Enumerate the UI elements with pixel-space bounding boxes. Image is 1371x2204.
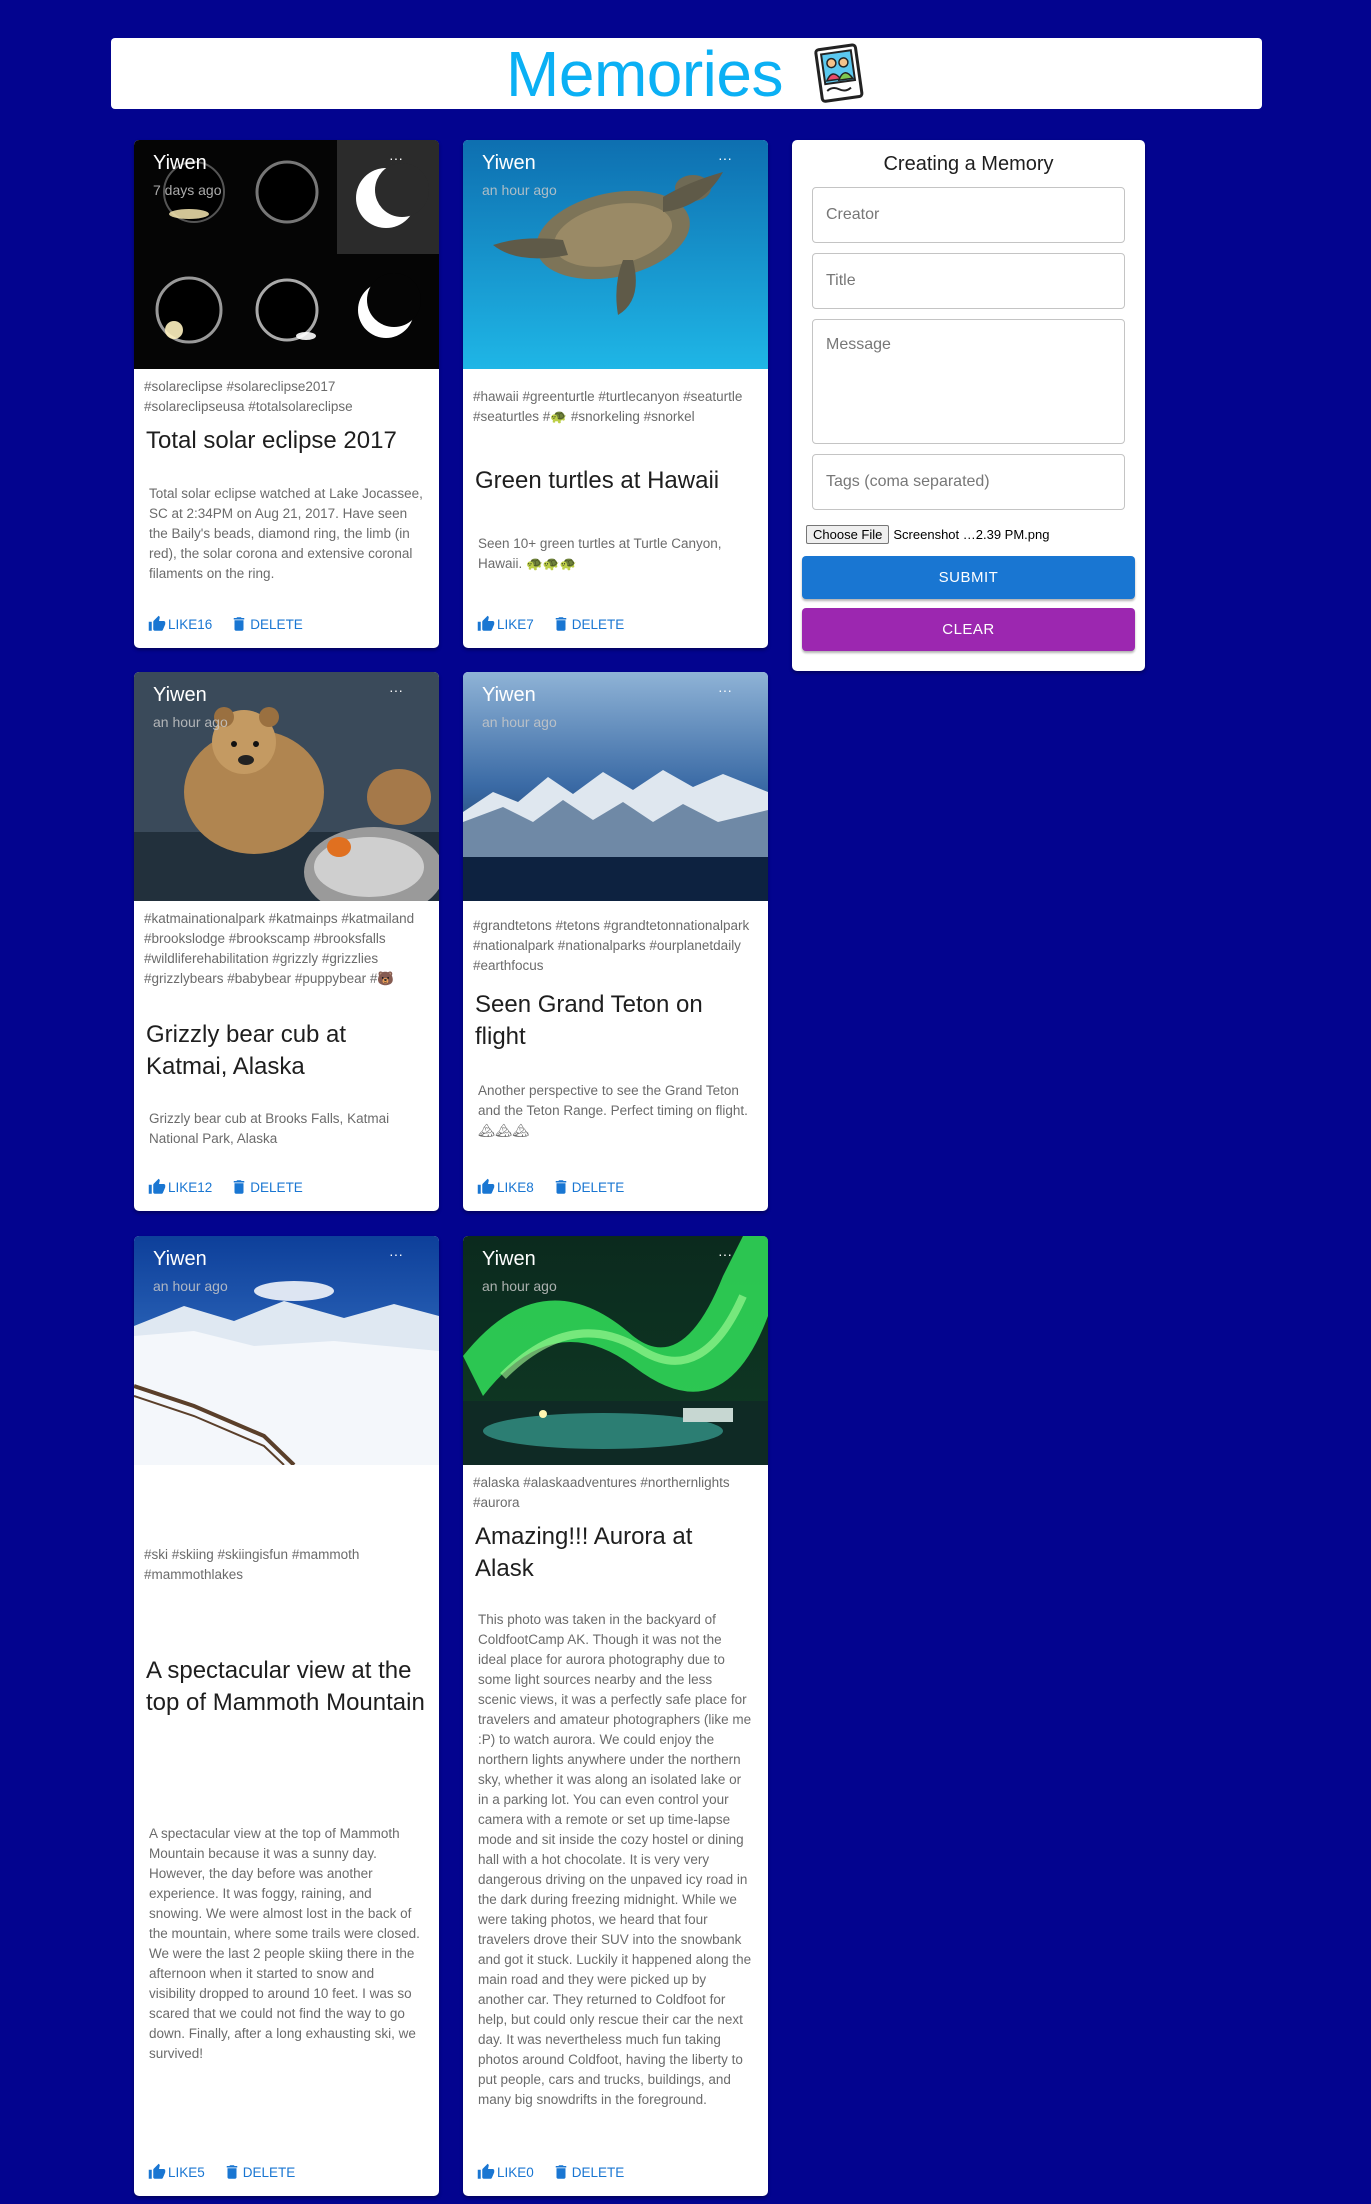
creator-input[interactable] bbox=[812, 187, 1125, 243]
post-creator: Yiwen bbox=[482, 684, 536, 706]
trash-icon bbox=[555, 1180, 567, 1194]
post-time: an hour ago bbox=[482, 714, 557, 730]
post-creator: Yiwen bbox=[153, 1248, 207, 1270]
more-options-icon[interactable]: ··· bbox=[718, 682, 732, 698]
delete-label: DELETE bbox=[242, 2164, 296, 2180]
like-button[interactable]: LIKE7 bbox=[477, 615, 534, 633]
like-label: LIKE8 bbox=[497, 1179, 534, 1195]
more-options-icon[interactable]: ··· bbox=[389, 682, 403, 698]
post-tags: #solareclipse #solareclipse2017 #solarec… bbox=[144, 379, 353, 414]
delete-label: DELETE bbox=[250, 616, 303, 632]
app-header: Memories bbox=[111, 38, 1262, 109]
post-tags: #alaska #alaskaadventures #northernlight… bbox=[473, 1475, 730, 1510]
more-options-icon[interactable]: ··· bbox=[389, 1246, 403, 1262]
thumb-up-icon bbox=[477, 615, 495, 631]
form-title: Creating a Memory bbox=[883, 153, 1054, 175]
create-memory-form: Creating a Memory Choose File Screenshot… bbox=[792, 140, 1145, 671]
post-title: Green turtles at Hawaii bbox=[475, 467, 720, 494]
post-creator: Yiwen bbox=[482, 1248, 536, 1270]
like-label: LIKE0 bbox=[497, 2164, 534, 2180]
like-label: LIKE5 bbox=[168, 2164, 205, 2180]
delete-button[interactable]: DELETE bbox=[223, 2163, 296, 2181]
post-message: Grizzly bear cub at Brooks Falls, Katmai… bbox=[149, 1111, 390, 1146]
delete-label: DELETE bbox=[571, 1179, 625, 1195]
post-image: Yiwen an hour ago ··· bbox=[463, 140, 768, 369]
post-message: This photo was taken in the backyard of … bbox=[478, 1612, 752, 2107]
message-input[interactable] bbox=[812, 319, 1125, 444]
file-name: Screenshot …2.39 PM.png bbox=[893, 527, 1050, 542]
submit-button[interactable]: SUBMIT bbox=[802, 556, 1135, 599]
thumb-up-icon bbox=[477, 2163, 495, 2179]
post-tags: #hawaii #greenturtle #turtlecanyon #seat… bbox=[473, 389, 743, 424]
delete-label: DELETE bbox=[571, 616, 625, 632]
post-card: Yiwen 7 days ago ··· #solareclipse #sola… bbox=[134, 140, 439, 648]
post-message: A spectacular view at the top of Mammoth… bbox=[149, 1826, 420, 2061]
trash-icon bbox=[555, 2165, 567, 2179]
post-time: an hour ago bbox=[482, 182, 557, 198]
trash-icon bbox=[226, 2165, 238, 2179]
post-card: Yiwen an hour ago ··· #hawaii #greenturt… bbox=[463, 140, 768, 648]
post-title: A spectacular view at the top of Mammoth… bbox=[146, 1657, 425, 1716]
delete-button[interactable]: DELETE bbox=[230, 1178, 303, 1196]
like-label: LIKE7 bbox=[497, 616, 534, 632]
clear-button[interactable]: CLEAR bbox=[802, 608, 1135, 651]
delete-label: DELETE bbox=[250, 1179, 303, 1195]
post-image: Yiwen an hour ago ··· bbox=[134, 672, 439, 901]
delete-button[interactable]: DELETE bbox=[230, 615, 303, 633]
title-input[interactable] bbox=[812, 253, 1125, 309]
post-message: Total solar eclipse watched at Lake Joca… bbox=[149, 486, 423, 581]
post-time: an hour ago bbox=[482, 1278, 557, 1294]
delete-button[interactable]: DELETE bbox=[552, 615, 625, 633]
post-image: Yiwen an hour ago ··· bbox=[134, 1236, 439, 1465]
delete-button[interactable]: DELETE bbox=[552, 2163, 625, 2181]
tags-input[interactable] bbox=[812, 454, 1125, 510]
trash-icon bbox=[234, 617, 245, 631]
thumb-up-icon bbox=[148, 1178, 166, 1194]
post-creator: Yiwen bbox=[482, 152, 536, 174]
post-creator: Yiwen bbox=[153, 684, 207, 706]
post-title: Seen Grand Teton on flight bbox=[475, 991, 703, 1050]
post-time: 7 days ago bbox=[153, 182, 222, 198]
thumb-up-icon bbox=[148, 615, 166, 631]
post-card: Yiwen an hour ago ··· #grandtetons #teto… bbox=[463, 672, 768, 1211]
like-label: LIKE16 bbox=[168, 616, 213, 632]
thumb-up-icon bbox=[477, 1178, 495, 1194]
like-button[interactable]: LIKE16 bbox=[148, 615, 212, 633]
post-title: Total solar eclipse 2017 bbox=[146, 427, 397, 454]
like-button[interactable]: LIKE0 bbox=[477, 2163, 534, 2181]
post-tags: #ski #skiing #skiingisfun #mammoth #mamm… bbox=[144, 1547, 360, 1582]
more-options-icon[interactable]: ··· bbox=[718, 1246, 732, 1262]
like-button[interactable]: LIKE12 bbox=[148, 1178, 212, 1196]
like-label: LIKE12 bbox=[168, 1179, 213, 1195]
post-tags: #katmainationalpark #katmainps #katmaila… bbox=[144, 911, 415, 986]
post-time: an hour ago bbox=[153, 714, 228, 730]
post-title: Grizzly bear cub at Katmai, Alaska bbox=[146, 1021, 347, 1080]
post-creator: Yiwen bbox=[153, 152, 207, 174]
post-image: Yiwen an hour ago ··· bbox=[463, 672, 768, 901]
delete-label: DELETE bbox=[571, 2164, 625, 2180]
post-card: Yiwen an hour ago ··· #katmainationalpar… bbox=[134, 672, 439, 1211]
delete-button[interactable]: DELETE bbox=[552, 1178, 625, 1196]
trash-icon bbox=[555, 617, 567, 631]
trash-icon bbox=[234, 1180, 245, 1194]
post-time: an hour ago bbox=[153, 1278, 228, 1294]
post-image: Yiwen an hour ago ··· bbox=[463, 1236, 768, 1465]
app-title: Memories bbox=[506, 37, 783, 110]
photo-memories-icon bbox=[814, 43, 864, 103]
thumb-up-icon bbox=[148, 2163, 166, 2179]
post-message: Another perspective to see the Grand Tet… bbox=[478, 1083, 748, 1138]
post-message: Seen 10+ green turtles at Turtle Canyon,… bbox=[478, 536, 722, 571]
post-image: Yiwen 7 days ago ··· bbox=[134, 140, 439, 369]
choose-file-button[interactable]: Choose File bbox=[806, 525, 890, 544]
post-tags: #grandtetons #tetons #grandtetonnational… bbox=[473, 918, 750, 973]
file-picker: Choose File Screenshot …2.39 PM.png bbox=[806, 525, 1049, 544]
post-card: Yiwen an hour ago ··· #alaska #alaskaadv… bbox=[463, 1236, 768, 2196]
post-card: Yiwen an hour ago ··· #ski #skiing #skii… bbox=[134, 1236, 439, 2196]
more-options-icon[interactable]: ··· bbox=[718, 150, 732, 166]
more-options-icon[interactable]: ··· bbox=[389, 150, 403, 166]
like-button[interactable]: LIKE8 bbox=[477, 1178, 534, 1196]
like-button[interactable]: LIKE5 bbox=[148, 2163, 205, 2181]
post-title: Amazing!!! Aurora at Alask bbox=[475, 1523, 693, 1582]
